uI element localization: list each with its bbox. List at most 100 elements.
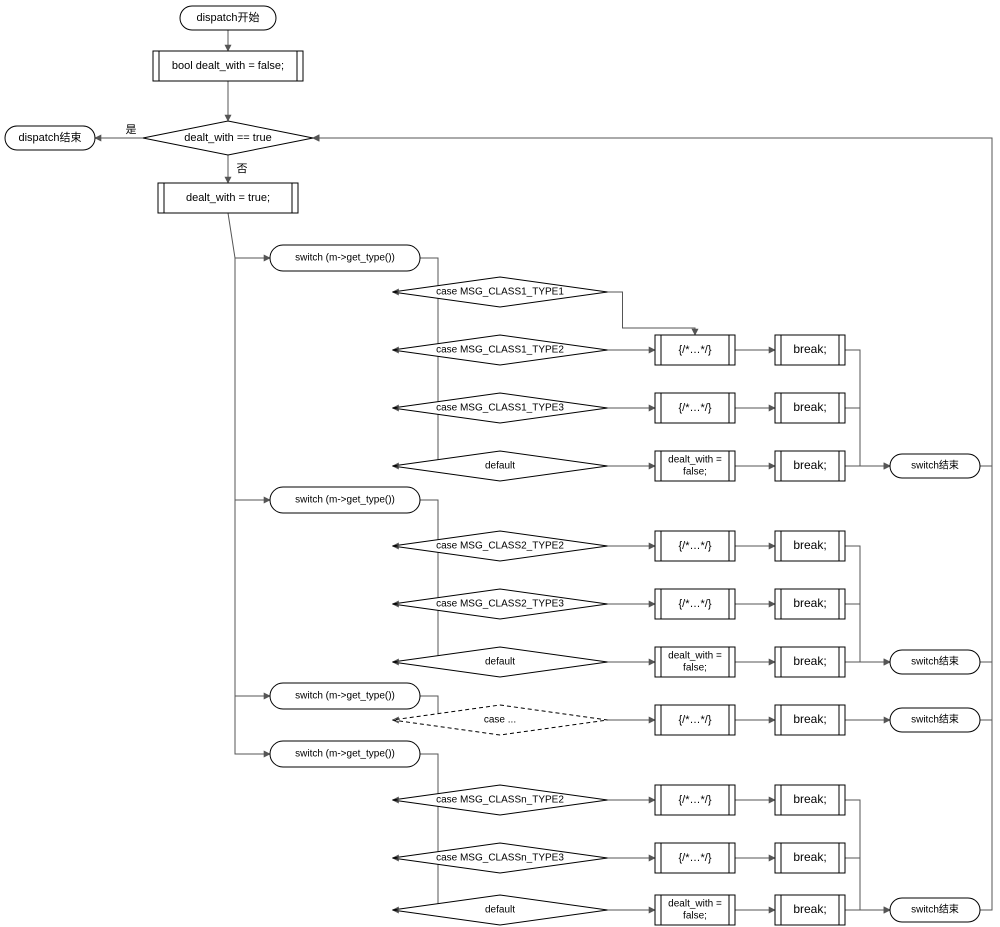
node-label: switch结束: [911, 713, 959, 726]
node-c2_d: default: [393, 647, 608, 677]
node-a2_3: {/*…*/}: [655, 589, 735, 619]
node-start: dispatch开始: [180, 6, 276, 30]
node-cond_dw: dealt_with == true: [143, 121, 313, 155]
node-init: bool dealt_with = false;: [153, 51, 303, 81]
node-c4_3: case MSG_CLASSn_TYPE3: [393, 843, 608, 873]
edge: [608, 292, 696, 335]
edge: [235, 258, 270, 500]
flowchart: dispatch开始 bool dealt_with = false; dealt_…: [0, 0, 1000, 927]
node-set_true: dealt_with = true;: [158, 183, 298, 213]
edge: [393, 500, 439, 662]
node-label: default: [485, 461, 515, 472]
node-a3_x: {/*…*/}: [655, 705, 735, 735]
edge-label: 否: [237, 163, 248, 175]
node-label: dealt_with =: [668, 899, 722, 910]
node-label: dispatch开始: [197, 10, 260, 24]
node-label: break;: [793, 712, 826, 726]
node-end: dispatch结束: [5, 126, 95, 150]
edge: [228, 213, 270, 258]
node-b2_d: break;: [775, 647, 845, 677]
node-a1_d: dealt_with =false;: [655, 451, 735, 481]
node-label: switch结束: [911, 459, 959, 472]
node-a2_d: dealt_with =false;: [655, 647, 735, 677]
node-label: case MSG_CLASS1_TYPE1: [436, 287, 564, 298]
node-label: break;: [793, 792, 826, 806]
node-a4_d: dealt_with =false;: [655, 895, 735, 925]
node-sw2: switch (m->get_type()): [270, 487, 420, 513]
edge: [235, 500, 270, 696]
edge: [845, 800, 890, 910]
node-label: case ...: [484, 715, 516, 726]
node-label: false;: [683, 911, 707, 922]
edge: [845, 858, 890, 910]
edge: [393, 500, 439, 604]
node-c2_2: case MSG_CLASS2_TYPE2: [393, 531, 608, 561]
node-label: break;: [793, 400, 826, 414]
edge: [393, 258, 439, 408]
node-sw1: switch (m->get_type()): [270, 245, 420, 271]
node-label: switch (m->get_type()): [295, 749, 395, 760]
edge-label: 是: [126, 123, 137, 136]
edge: [393, 754, 439, 910]
node-label: break;: [793, 596, 826, 610]
node-label: break;: [793, 342, 826, 356]
node-label: dealt_with =: [668, 651, 722, 662]
node-c1_2: case MSG_CLASS1_TYPE2: [393, 335, 608, 365]
edge: [845, 604, 890, 662]
node-label: case MSG_CLASSn_TYPE3: [436, 853, 564, 864]
node-b2_2: break;: [775, 531, 845, 561]
node-label: {/*…*/}: [678, 344, 711, 356]
node-b2_3: break;: [775, 589, 845, 619]
node-label: {/*…*/}: [678, 540, 711, 552]
node-label: break;: [793, 902, 826, 916]
node-label: break;: [793, 538, 826, 552]
node-c1_1: case MSG_CLASS1_TYPE1: [393, 277, 608, 307]
node-label: {/*…*/}: [678, 402, 711, 414]
node-label: switch结束: [911, 903, 959, 916]
node-b3_x: break;: [775, 705, 845, 735]
edge: [313, 138, 992, 720]
node-c2_3: case MSG_CLASS2_TYPE3: [393, 589, 608, 619]
node-a1_3: {/*…*/}: [655, 393, 735, 423]
node-label: switch (m->get_type()): [295, 253, 395, 264]
node-label: dealt_with = true;: [186, 192, 270, 204]
node-label: {/*…*/}: [678, 598, 711, 610]
node-sw2_end: switch结束: [890, 650, 980, 674]
node-label: switch (m->get_type()): [295, 495, 395, 506]
edge: [393, 258, 439, 350]
edge: [845, 408, 890, 466]
node-b4_2: break;: [775, 785, 845, 815]
node-c1_d: default: [393, 451, 608, 481]
node-c4_d: default: [393, 895, 608, 925]
node-sw4_end: switch结束: [890, 898, 980, 922]
node-label: {/*…*/}: [678, 714, 711, 726]
edge: [313, 138, 992, 662]
node-sw3_end: switch结束: [890, 708, 980, 732]
node-label: dealt_with =: [668, 455, 722, 466]
node-sw1_end: switch结束: [890, 454, 980, 478]
node-c1_3: case MSG_CLASS1_TYPE3: [393, 393, 608, 423]
edge: [235, 696, 270, 754]
node-label: default: [485, 657, 515, 668]
node-c3_x: case ...: [393, 705, 608, 735]
node-a4_3: {/*…*/}: [655, 843, 735, 873]
node-b4_3: break;: [775, 843, 845, 873]
node-b1_3: break;: [775, 393, 845, 423]
node-label: break;: [793, 850, 826, 864]
node-label: break;: [793, 654, 826, 668]
node-label: false;: [683, 467, 707, 478]
node-label: case MSG_CLASS1_TYPE3: [436, 403, 564, 414]
node-b1_2: break;: [775, 335, 845, 365]
node-label: false;: [683, 663, 707, 674]
node-label: case MSG_CLASS1_TYPE2: [436, 345, 564, 356]
node-a4_2: {/*…*/}: [655, 785, 735, 815]
node-label: default: [485, 905, 515, 916]
node-label: case MSG_CLASS2_TYPE3: [436, 599, 564, 610]
node-label: break;: [793, 458, 826, 472]
edge: [313, 138, 992, 466]
node-b4_d: break;: [775, 895, 845, 925]
node-label: switch结束: [911, 655, 959, 668]
node-c4_2: case MSG_CLASSn_TYPE2: [393, 785, 608, 815]
node-sw4: switch (m->get_type()): [270, 741, 420, 767]
node-label: {/*…*/}: [678, 794, 711, 806]
